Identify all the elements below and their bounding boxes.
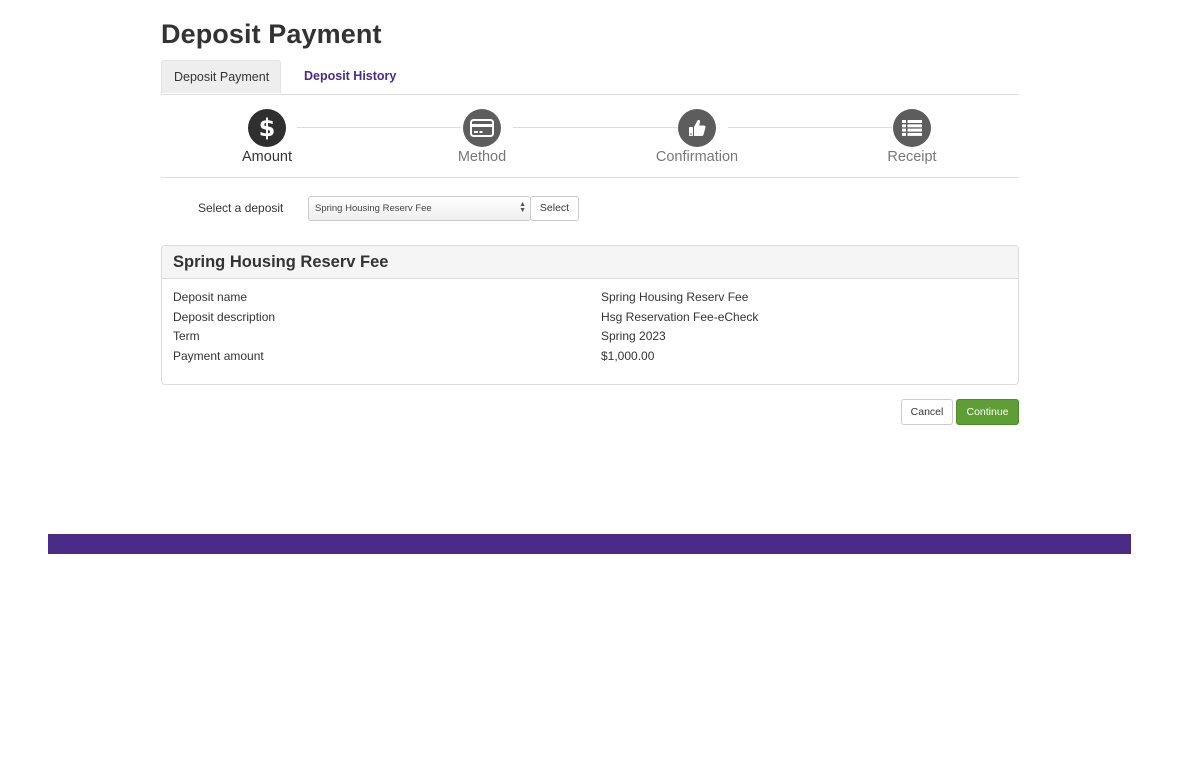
tab-bar: Deposit Payment Deposit History <box>161 60 1019 95</box>
panel-body: Deposit name Spring Housing Reserv Fee D… <box>162 279 1018 368</box>
deposit-details-panel: Spring Housing Reserv Fee Deposit name S… <box>161 245 1019 385</box>
step-amount[interactable]: $ Amount <box>207 109 327 165</box>
select-button[interactable]: Select <box>530 196 579 221</box>
progress-steps: $ Amount Method Confirmation Receipt <box>161 94 1019 178</box>
updown-arrows-icon: ▲ ▼ <box>519 201 526 214</box>
detail-row-deposit-name: Deposit name Spring Housing Reserv Fee <box>173 290 1007 310</box>
page: Deposit Payment Deposit Payment Deposit … <box>0 0 1179 772</box>
thumbs-up-icon <box>678 109 716 147</box>
step-label: Confirmation <box>655 149 739 165</box>
deposit-select-label: Select a deposit <box>198 201 284 215</box>
detail-row-payment-amount: Payment amount $1,000.00 <box>173 349 1007 369</box>
step-method[interactable]: Method <box>422 109 542 165</box>
deposit-select-dropdown[interactable]: Spring Housing Reserv Fee ▲ ▼ <box>308 196 531 221</box>
credit-card-icon <box>463 109 501 147</box>
detail-value: Spring 2023 <box>601 329 666 343</box>
panel-title: Spring Housing Reserv Fee <box>173 253 389 271</box>
detail-value: Hsg Reservation Fee-eCheck <box>601 309 759 324</box>
deposit-select-value: Spring Housing Reserv Fee <box>315 203 432 214</box>
list-icon <box>893 109 931 147</box>
cancel-button[interactable]: Cancel <box>901 399 953 425</box>
footer-band <box>48 534 1131 554</box>
detail-label: Deposit description <box>173 309 276 324</box>
detail-label: Deposit name <box>173 290 248 304</box>
detail-row-deposit-description: Deposit description Hsg Reservation Fee-… <box>173 310 1007 330</box>
detail-value: Spring Housing Reserv Fee <box>601 290 749 304</box>
tab-deposit-history[interactable]: Deposit History <box>292 60 408 93</box>
detail-label: Term <box>173 329 200 343</box>
page-title: Deposit Payment <box>161 19 382 49</box>
detail-value: $1,000.00 <box>601 348 655 363</box>
dollar-icon: $ <box>248 109 286 147</box>
tab-deposit-payment[interactable]: Deposit Payment <box>161 60 281 93</box>
step-label: Method <box>457 149 507 165</box>
step-receipt[interactable]: Receipt <box>852 109 972 165</box>
deposit-select-row: Select a deposit Spring Housing Reserv F… <box>161 196 1019 222</box>
step-label: Receipt <box>887 149 937 165</box>
step-label: Amount <box>242 149 292 165</box>
detail-label: Payment amount <box>173 348 264 363</box>
step-confirmation[interactable]: Confirmation <box>637 109 757 165</box>
panel-heading: Spring Housing Reserv Fee <box>162 246 1018 279</box>
detail-row-term: Term Spring 2023 <box>173 329 1007 349</box>
continue-button[interactable]: Continue <box>956 399 1019 425</box>
